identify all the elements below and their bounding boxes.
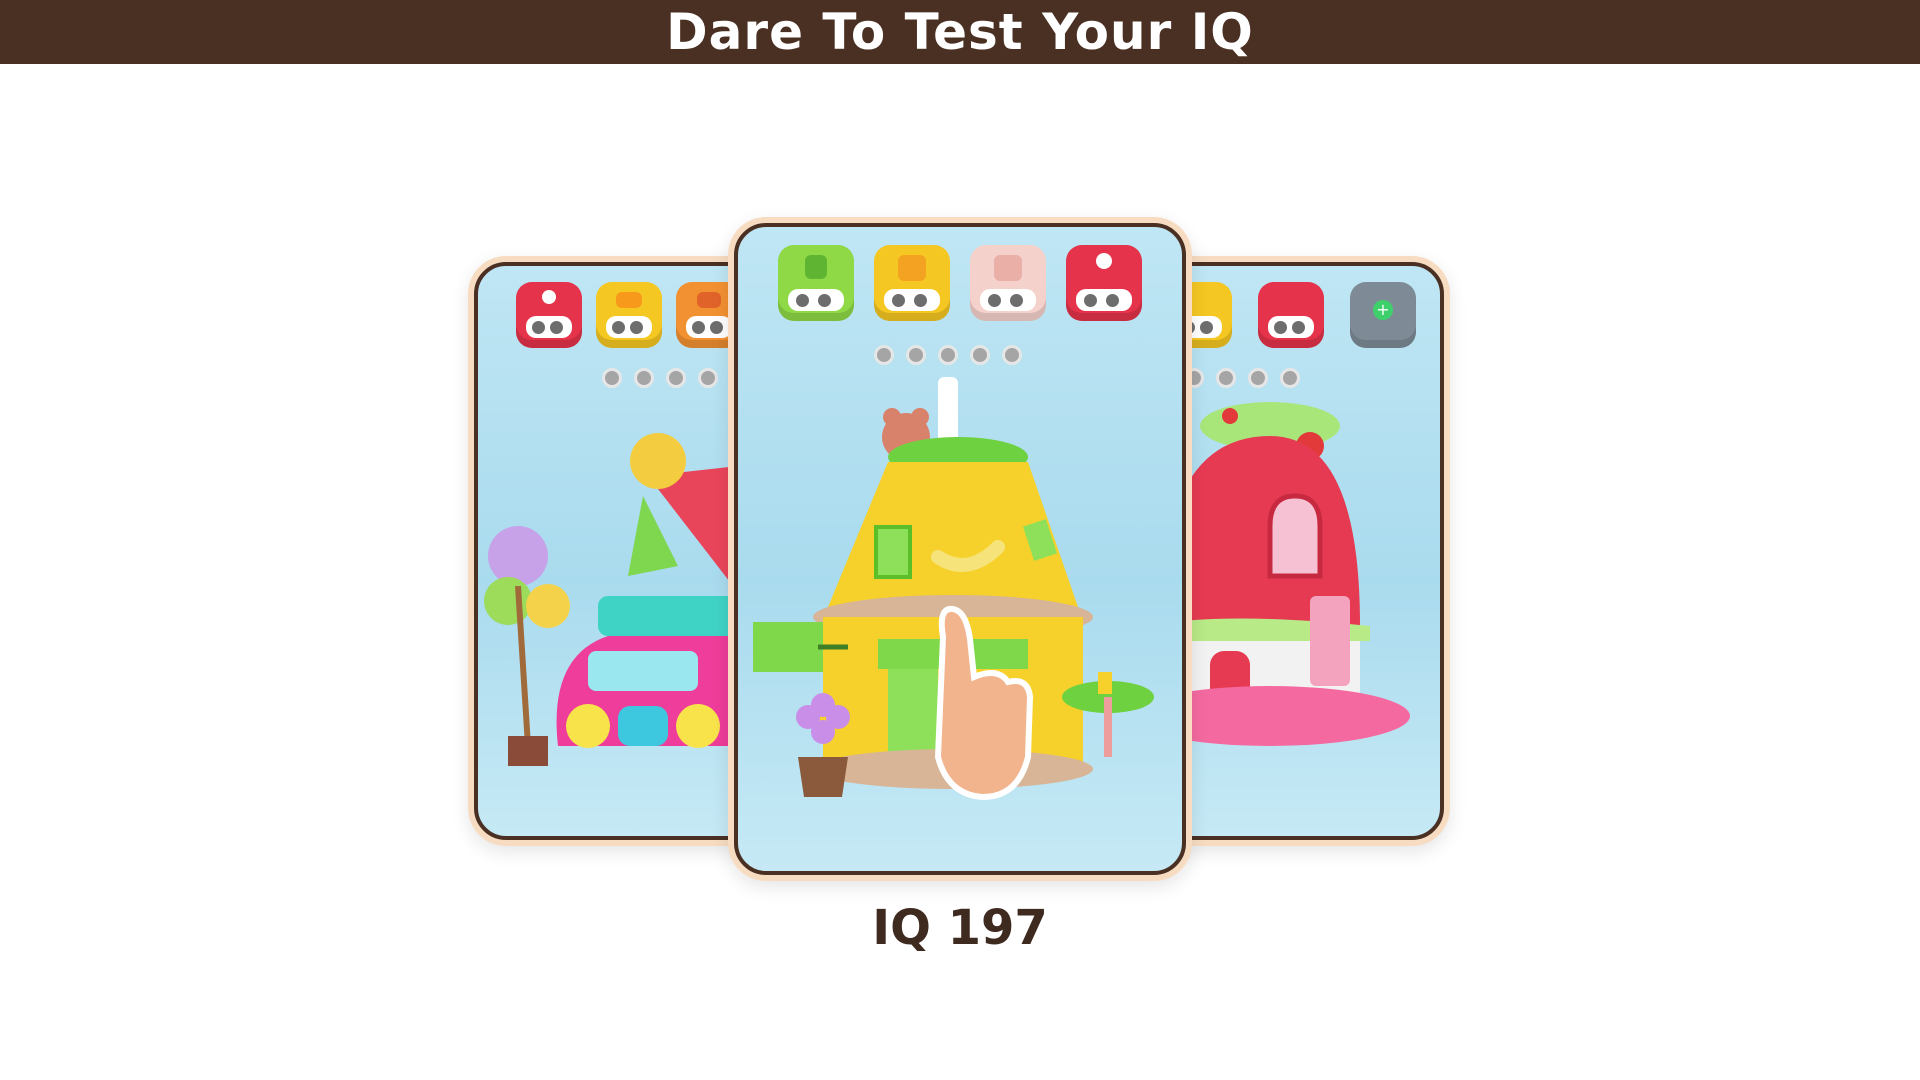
green-jar-icon bbox=[778, 245, 854, 321]
top-banner: Dare To Test Your IQ bbox=[0, 0, 1920, 64]
banana-juice-house-scene bbox=[753, 377, 1154, 801]
red-jar-icon bbox=[516, 282, 582, 348]
level-card-left-screen bbox=[474, 262, 762, 840]
yellow-jar-icon bbox=[874, 245, 950, 321]
level-card-center[interactable] bbox=[728, 217, 1192, 881]
add-jar-button[interactable]: + bbox=[1350, 282, 1416, 348]
level-card-right[interactable]: + bbox=[1150, 256, 1450, 846]
yellow-jar-icon bbox=[596, 282, 662, 348]
banner-title: Dare To Test Your IQ bbox=[666, 3, 1254, 61]
level-card-right-screen: + bbox=[1156, 262, 1444, 840]
iq-score-label: IQ 197 bbox=[872, 900, 1048, 956]
plus-icon: + bbox=[1373, 300, 1393, 320]
level-card-left[interactable] bbox=[468, 256, 768, 846]
progress-dots bbox=[1184, 368, 1300, 388]
level-card-center-screen bbox=[734, 223, 1186, 875]
strawberry-house-scene bbox=[1160, 402, 1410, 746]
pink-jar-icon bbox=[970, 245, 1046, 321]
progress-dots bbox=[602, 368, 718, 388]
candy-truck-scene bbox=[484, 433, 758, 766]
red-jar-icon bbox=[1066, 245, 1142, 321]
red-jar-icon bbox=[1258, 282, 1324, 348]
progress-dots bbox=[874, 345, 1022, 365]
